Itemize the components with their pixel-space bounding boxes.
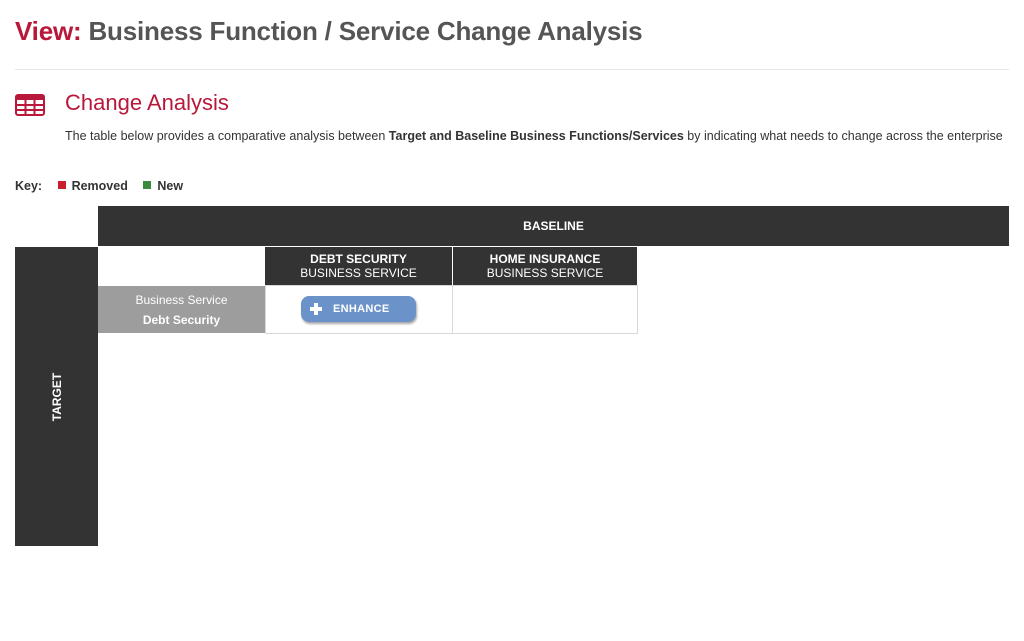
plus-icon: [310, 303, 322, 315]
column-name: DEBT SECURITY: [310, 252, 407, 266]
row-name: Debt Security: [142, 312, 221, 327]
row-type: Business Service: [135, 292, 228, 307]
baseline-header: BASELINE: [98, 206, 1009, 246]
key-new-label: New: [157, 179, 184, 193]
column-header-debt-security: DEBT SECURITY BUSINESS SERVICE: [265, 247, 452, 285]
section-description: The table below provides a comparative a…: [15, 126, 1005, 146]
key-item-removed: Removed: [57, 179, 128, 193]
enhance-button[interactable]: ENHANCE: [301, 296, 416, 322]
new-swatch: [143, 181, 152, 189]
target-label: TARGET: [49, 372, 64, 421]
description-bold: Target and Baseline Business Functions/S…: [388, 129, 684, 143]
matrix-cell-debt-home: [452, 285, 638, 334]
column-header-home-insurance: HOME INSURANCE BUSINESS SERVICE: [453, 247, 637, 285]
description-text-2: by indicating what needs to change acros…: [683, 129, 1003, 143]
description-text-1: The table below provides a comparative a…: [65, 129, 389, 143]
enhance-label: ENHANCE: [333, 303, 390, 315]
key-label: Key:: [15, 179, 43, 193]
row-header-debt-security: Business Service Debt Security: [98, 286, 265, 333]
page-title: View: Business Function / Service Change…: [15, 16, 643, 47]
target-header: TARGET: [15, 247, 98, 546]
view-prefix: View:: [15, 16, 82, 46]
legend-key: Key: Removed New: [15, 179, 183, 193]
table-icon: [15, 94, 45, 116]
removed-swatch: [57, 181, 66, 189]
view-title: Business Function / Service Change Analy…: [88, 16, 643, 46]
key-item-new: New: [143, 179, 183, 193]
title-divider: [15, 69, 1009, 70]
key-removed-label: Removed: [71, 179, 128, 193]
column-name: HOME INSURANCE: [489, 252, 601, 266]
column-type: BUSINESS SERVICE: [486, 266, 604, 280]
section-title: Change Analysis: [65, 90, 229, 115]
column-type: BUSINESS SERVICE: [300, 266, 417, 280]
